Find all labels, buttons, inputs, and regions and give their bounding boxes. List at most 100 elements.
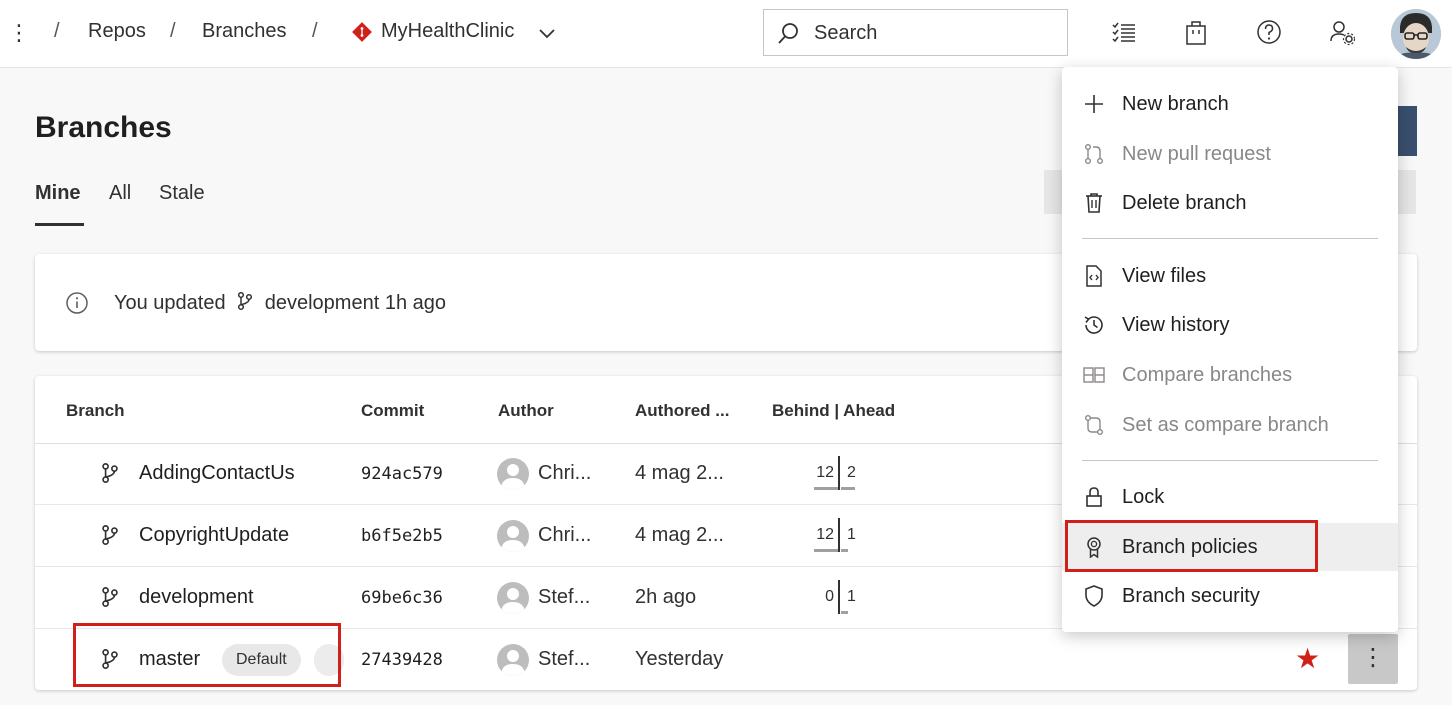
behind-bar <box>814 487 838 490</box>
author-avatar <box>497 520 529 552</box>
tab-all[interactable]: All <box>109 182 131 205</box>
menu-item-new-branch[interactable]: New branch <box>1062 80 1398 128</box>
plus-icon <box>1085 95 1103 113</box>
menu-item-lock[interactable]: Lock <box>1062 473 1398 521</box>
breadcrumb-separator: / <box>54 20 60 42</box>
branch-name-link[interactable]: CopyrightUpdate <box>139 524 289 547</box>
menu-item-label: Branch security <box>1122 585 1260 607</box>
commit-id-link[interactable]: 69be6c36 <box>361 588 443 608</box>
info-icon <box>66 292 88 314</box>
breadcrumb-repos[interactable]: Repos <box>88 20 146 43</box>
branch-icon <box>102 587 118 607</box>
update-branch-link[interactable]: development <box>265 292 380 314</box>
search-box[interactable]: Search <box>763 9 1068 56</box>
menu-item-label: View files <box>1122 265 1207 287</box>
task-list-icon[interactable] <box>1110 18 1138 46</box>
column-header-branch[interactable]: Branch <box>66 401 125 421</box>
behind-ahead-divider <box>838 580 840 614</box>
menu-item-label: View history <box>1122 314 1230 336</box>
column-header-behind-ahead[interactable]: Behind | Ahead <box>772 401 895 421</box>
file-code-icon <box>1086 265 1102 287</box>
column-header-authored[interactable]: Authored ... <box>635 401 729 421</box>
breadcrumb-separator: / <box>170 20 176 42</box>
ahead-bar <box>841 611 848 614</box>
author-avatar <box>497 582 529 614</box>
shield-icon <box>1085 585 1103 607</box>
commit-id-link[interactable]: 924ac579 <box>361 464 443 484</box>
author-name: Stef... <box>538 586 591 608</box>
author-avatar <box>497 644 529 676</box>
authored-date: 4 mag 2... <box>635 462 724 484</box>
menu-item-label: Delete branch <box>1122 192 1247 214</box>
menu-item-label: Compare branches <box>1122 364 1293 386</box>
help-icon[interactable] <box>1255 18 1283 46</box>
menu-item-delete-branch[interactable]: Delete branch <box>1062 179 1398 227</box>
menu-item-label: New branch <box>1122 93 1229 115</box>
breadcrumb-branches[interactable]: Branches <box>202 20 287 43</box>
commit-id-link[interactable]: b6f5e2b5 <box>361 526 443 546</box>
update-time: 1h ago <box>384 292 446 314</box>
update-message: You updated development 1h ago <box>114 291 446 315</box>
menu-item-new-pull-request[interactable]: New pull request <box>1062 130 1398 178</box>
branch-icon <box>102 463 118 483</box>
ahead-count: 1 <box>847 526 856 543</box>
menu-item-view-files[interactable]: View files <box>1062 252 1398 300</box>
search-placeholder: Search <box>814 22 878 44</box>
branch-icon <box>238 291 253 311</box>
more-actions-button[interactable]: ⋮ <box>1348 634 1398 684</box>
behind-count: 12 <box>816 526 834 543</box>
update-prefix: You updated <box>114 292 226 314</box>
pull-request-icon <box>1085 144 1103 165</box>
compare-icon <box>1083 367 1105 383</box>
new-branch-button-partial[interactable] <box>1398 106 1417 156</box>
behind-ahead-divider <box>838 456 840 490</box>
menu-item-label: Set as compare branch <box>1122 414 1329 436</box>
active-tab-indicator <box>35 223 84 226</box>
menu-item-branch-security[interactable]: Branch security <box>1062 572 1398 620</box>
behind-count: 12 <box>816 464 834 481</box>
authored-date: Yesterday <box>635 648 724 670</box>
authored-date: 2h ago <box>635 586 697 608</box>
branch-name-link[interactable]: development <box>139 586 254 609</box>
ahead-bar <box>841 549 848 552</box>
menu-separator <box>1082 460 1378 461</box>
menu-item-view-history[interactable]: View history <box>1062 301 1398 349</box>
tab-stale[interactable]: Stale <box>159 182 205 205</box>
page-title: Branches <box>35 111 172 144</box>
history-icon <box>1084 316 1103 334</box>
menu-item-set-compare-branch[interactable]: Set as compare branch <box>1062 401 1398 449</box>
lock-icon <box>1086 487 1102 507</box>
user-settings-icon[interactable] <box>1328 18 1356 46</box>
breadcrumb-separator: / <box>312 20 318 42</box>
shopping-bag-icon[interactable] <box>1182 18 1210 46</box>
chevron-down-icon[interactable] <box>537 23 557 43</box>
branch-name-link[interactable]: AddingContactUs <box>139 462 295 485</box>
behind-count: 0 <box>825 588 834 605</box>
commit-id-link[interactable]: 27439428 <box>361 650 443 670</box>
column-header-author[interactable]: Author <box>498 401 554 421</box>
menu-item-label: New pull request <box>1122 143 1271 165</box>
menu-item-label: Lock <box>1122 486 1165 508</box>
more-vertical-icon[interactable]: ⋮ <box>8 18 30 48</box>
git-repo-icon <box>352 22 372 42</box>
author-name: Chri... <box>538 524 592 546</box>
menu-separator <box>1082 238 1378 239</box>
trash-icon <box>1086 193 1102 213</box>
tab-mine[interactable]: Mine <box>35 182 81 205</box>
author-name: Stef... <box>538 648 591 670</box>
authored-date: 4 mag 2... <box>635 524 724 546</box>
author-avatar <box>497 458 529 490</box>
highlight-master-row <box>73 623 341 687</box>
ahead-count: 2 <box>847 464 856 481</box>
favorite-star-icon[interactable]: ★ <box>1295 643 1320 675</box>
ahead-bar <box>841 487 855 490</box>
repo-selector[interactable]: MyHealthClinic <box>381 20 514 43</box>
behind-bar <box>814 549 838 552</box>
menu-item-compare-branches[interactable]: Compare branches <box>1062 351 1398 399</box>
top-bar: ⋮ / Repos / Branches / MyHealthClinic Se… <box>0 0 1452 68</box>
ahead-count: 1 <box>847 588 856 605</box>
highlight-branch-policies <box>1065 520 1318 572</box>
user-avatar[interactable] <box>1391 9 1441 59</box>
search-icon <box>778 23 798 44</box>
column-header-commit[interactable]: Commit <box>361 401 424 421</box>
